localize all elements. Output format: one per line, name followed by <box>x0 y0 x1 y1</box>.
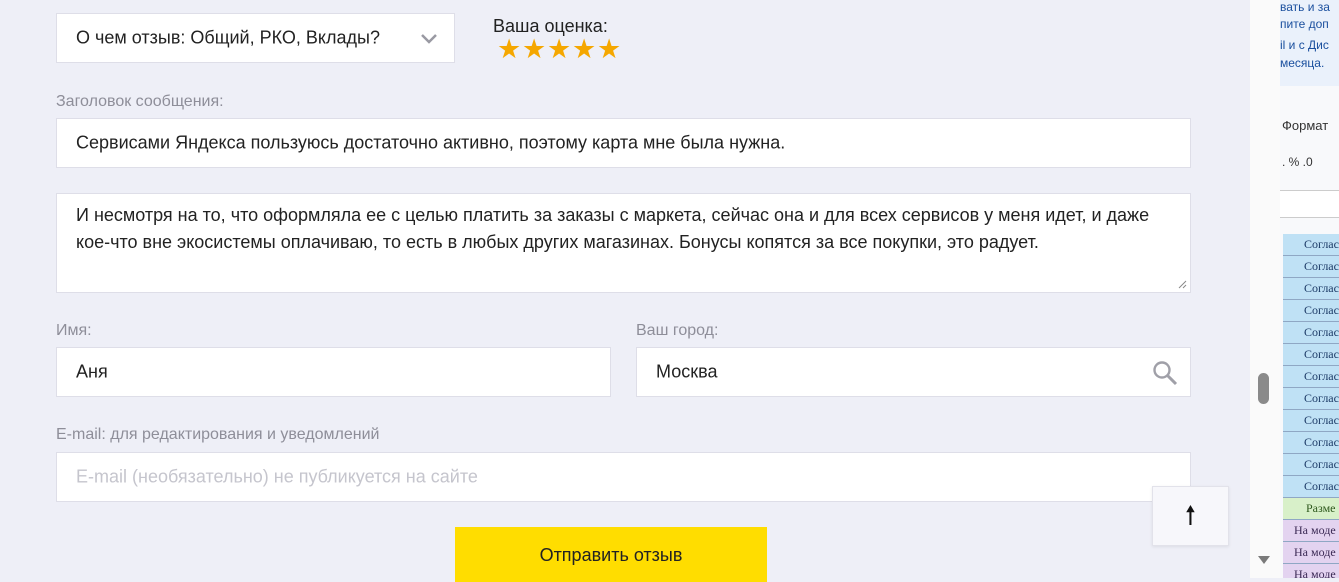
spreadsheet-cell[interactable]: Согласо <box>1283 256 1339 278</box>
name-input-value: Аня <box>76 361 108 382</box>
spreadsheet-cell[interactable]: Согласо <box>1283 366 1339 388</box>
notice-line: il и с Дис <box>1280 38 1329 52</box>
spreadsheet-cell[interactable]: На моде <box>1283 564 1339 578</box>
chevron-down-icon <box>421 34 437 44</box>
resize-grip-icon[interactable] <box>1178 280 1187 289</box>
star-icon[interactable]: ★ <box>497 36 521 63</box>
spreadsheet-cell[interactable]: На моде <box>1283 542 1339 564</box>
format-toolbar[interactable]: . % .0 <box>1282 155 1313 169</box>
topic-select[interactable]: О чем отзыв: Общий, РКО, Вклады? <box>56 13 455 63</box>
formula-bar[interactable] <box>1280 190 1339 218</box>
message-textarea[interactable]: И несмотря на то, что оформляла ее с цел… <box>56 193 1191 293</box>
page-scrollbar[interactable] <box>1250 0 1280 578</box>
city-input[interactable]: Москва <box>636 347 1191 397</box>
notice-line: месяца. <box>1280 56 1325 70</box>
city-label: Ваш город: <box>636 322 719 339</box>
notice-line: вать и за <box>1280 0 1330 14</box>
spreadsheet-cell[interactable]: Согласо <box>1283 278 1339 300</box>
spreadsheet-cell[interactable]: Согласо <box>1283 388 1339 410</box>
name-label: Имя: <box>56 322 92 339</box>
rating-stars[interactable]: ★ ★ ★ ★ ★ <box>497 36 621 63</box>
spreadsheet-cell[interactable]: Согласо <box>1283 410 1339 432</box>
star-icon[interactable]: ★ <box>547 36 571 63</box>
background-spreadsheet-window: вать и за пите доп il и с Дис месяца. Фо… <box>1280 0 1339 578</box>
title-label: Заголовок сообщения: <box>56 93 224 110</box>
spreadsheet-cell[interactable]: Согласо <box>1283 432 1339 454</box>
scrollbar-thumb[interactable] <box>1258 373 1269 404</box>
notice-line: пите доп <box>1280 17 1329 31</box>
star-icon[interactable]: ★ <box>597 36 621 63</box>
spreadsheet-cell[interactable]: На моде <box>1283 520 1339 542</box>
submit-review-button[interactable]: Отправить отзыв <box>455 527 767 582</box>
scroll-down-arrow-icon[interactable] <box>1258 556 1270 564</box>
title-input[interactable]: Сервисами Яндекса пользуюсь достаточно а… <box>56 118 1191 168</box>
title-input-value: Сервисами Яндекса пользуюсь достаточно а… <box>76 132 786 153</box>
spreadsheet-cell[interactable]: Согласо <box>1283 454 1339 476</box>
spreadsheet-cell[interactable]: Согласо <box>1283 476 1339 498</box>
spreadsheet-cell[interactable]: Согласо <box>1283 234 1339 256</box>
review-form: О чем отзыв: Общий, РКО, Вклады? Ваша оц… <box>0 0 1250 582</box>
message-text: И несмотря на то, что оформляла ее с цел… <box>76 205 1150 252</box>
email-input[interactable]: E-mail (необязательно) не публикуется на… <box>56 452 1191 502</box>
email-label: E-mail: для редактирования и уведомлений <box>56 426 380 443</box>
search-icon[interactable] <box>1152 360 1178 386</box>
format-menu[interactable]: Формат <box>1282 118 1328 133</box>
topic-select-value: О чем отзыв: Общий, РКО, Вклады? <box>76 27 380 48</box>
arrow-up-icon: 🠕 <box>1184 500 1197 530</box>
spreadsheet-cell[interactable]: Согласо <box>1283 300 1339 322</box>
star-icon[interactable]: ★ <box>522 36 546 63</box>
email-placeholder: E-mail (необязательно) не публикуется на… <box>76 466 478 487</box>
spreadsheet-cell[interactable]: Согласо <box>1283 322 1339 344</box>
spreadsheet-cell[interactable]: Согласо <box>1283 344 1339 366</box>
name-input[interactable]: Аня <box>56 347 611 397</box>
spreadsheet-cell[interactable]: Разме <box>1283 498 1339 520</box>
city-input-value: Москва <box>656 361 718 382</box>
scroll-to-top-button[interactable]: 🠕 <box>1152 486 1229 546</box>
star-icon[interactable]: ★ <box>572 36 596 63</box>
